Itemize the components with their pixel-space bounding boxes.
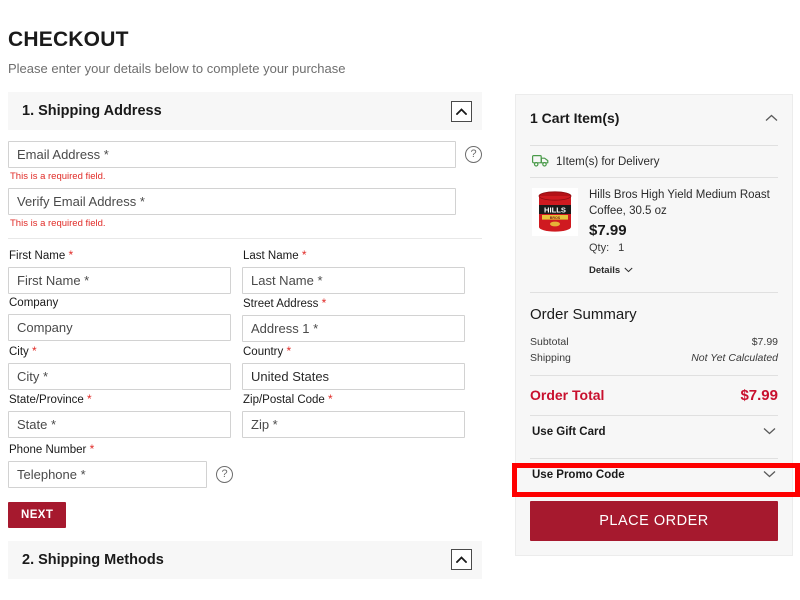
qty-label: Qty: <box>589 242 610 255</box>
field-company: Company <box>8 296 231 342</box>
field-phone: Phone Number * ? <box>8 442 482 488</box>
field-first-name: First Name * <box>8 248 231 295</box>
use-gift-card-row[interactable]: Use Gift Card <box>530 415 778 447</box>
question-mark-icon[interactable]: ? <box>465 146 482 164</box>
product-qty: Qty: 1 <box>589 242 778 254</box>
company-input[interactable] <box>8 313 231 341</box>
field-email: ? This is a required field. <box>8 141 482 182</box>
field-last-name: Last Name * <box>242 248 465 295</box>
required-marker: * <box>87 391 92 406</box>
required-marker: * <box>89 441 95 456</box>
chevron-up-icon[interactable] <box>451 100 472 122</box>
required-marker: * <box>32 343 37 358</box>
state-input[interactable] <box>8 410 231 438</box>
delivery-truck-icon <box>532 154 549 170</box>
question-mark-icon[interactable]: ? <box>216 465 233 483</box>
use-promo-code-row[interactable]: Use Promo Code <box>530 458 778 490</box>
required-marker: * <box>68 248 74 263</box>
use-promo-code-label: Use Promo Code <box>532 469 625 482</box>
label-zip: Zip/Postal Code * <box>243 391 333 406</box>
chevron-up-icon[interactable] <box>765 109 778 127</box>
required-marker: * <box>328 391 333 406</box>
chevron-up-icon[interactable] <box>451 549 472 571</box>
qty-value: 1 <box>618 242 625 255</box>
cart-header[interactable]: 1 Cart Item(s) <box>530 95 778 127</box>
label-company: Company <box>9 297 59 310</box>
product-price: $7.99 <box>589 222 627 240</box>
page-subtitle: Please enter your details below to compl… <box>8 61 346 77</box>
order-total-value: $7.99 <box>740 387 778 405</box>
form-row-company-street: Company Street Address * <box>8 296 482 344</box>
svg-text:BROS: BROS <box>550 216 561 220</box>
section-title-shipping-address: 1. Shipping Address <box>22 103 162 120</box>
email-error: This is a required field. <box>10 171 106 183</box>
label-phone: Phone Number * <box>9 441 95 456</box>
required-marker: * <box>301 248 307 263</box>
subtotal-value: $7.99 <box>751 336 778 349</box>
label-last-name: Last Name * <box>243 248 307 263</box>
order-total-row: Order Total $7.99 <box>530 375 778 404</box>
field-zip: Zip/Postal Code * <box>242 392 465 438</box>
cart-product-row: HILLS BROS Hills Bros High Yield Medium … <box>530 177 778 290</box>
street-address-input[interactable] <box>242 314 465 342</box>
last-name-input[interactable] <box>242 267 465 295</box>
form-row-state-zip: State/Province * Zip/Postal Code * <box>8 392 482 440</box>
label-country: Country * <box>243 343 292 358</box>
form-divider <box>8 238 482 240</box>
required-marker: * <box>286 343 292 358</box>
country-input[interactable] <box>242 362 465 390</box>
use-gift-card-label: Use Gift Card <box>532 426 606 439</box>
section-title-shipping-methods: 2. Shipping Methods <box>22 551 164 568</box>
product-image: HILLS BROS <box>532 188 578 236</box>
product-info: Hills Bros High Yield Medium Roast Coffe… <box>589 188 778 278</box>
field-city: City * <box>8 344 231 390</box>
checkout-left-column: CHECKOUT Please enter your details below… <box>8 28 482 590</box>
verify-email-input[interactable] <box>8 188 456 216</box>
chevron-down-icon <box>763 469 776 481</box>
label-city: City * <box>9 343 37 358</box>
shipping-label: Shipping <box>530 352 571 365</box>
form-row-names: First Name * Last Name * <box>8 248 482 296</box>
field-street-address: Street Address * <box>242 296 465 342</box>
next-button[interactable]: NEXT <box>8 501 67 528</box>
required-marker: * <box>321 296 327 311</box>
cart-summary-panel: 1 Cart Item(s) 1Item(s) for Delivery HIL… <box>515 94 793 557</box>
order-summary-title: Order Summary <box>530 292 778 323</box>
field-country: Country * <box>242 344 465 390</box>
label-street-address: Street Address * <box>243 296 327 311</box>
section-header-shipping-methods[interactable]: 2. Shipping Methods <box>8 540 482 579</box>
svg-text:HILLS: HILLS <box>544 205 566 214</box>
first-name-input[interactable] <box>8 267 231 295</box>
summary-line-shipping: Shipping Not Yet Calculated <box>530 350 778 366</box>
order-total-label: Order Total <box>530 387 605 404</box>
verify-email-error: This is a required field. <box>10 218 106 230</box>
cart-item-count: 1 Cart Item(s) <box>530 110 620 126</box>
page-title: CHECKOUT <box>8 28 129 51</box>
details-label: Details <box>589 265 621 277</box>
city-input[interactable] <box>8 362 231 390</box>
chevron-down-icon <box>763 426 776 438</box>
chevron-down-icon <box>624 265 633 276</box>
form-row-city-country: City * Country * <box>8 344 482 392</box>
section-header-shipping-address[interactable]: 1. Shipping Address <box>8 92 482 131</box>
product-details-toggle[interactable]: Details <box>589 265 633 276</box>
subtotal-label: Subtotal <box>530 336 569 349</box>
delivery-line: 1Item(s) for Delivery <box>530 145 778 177</box>
email-input[interactable] <box>8 141 456 169</box>
label-state: State/Province * <box>9 391 92 406</box>
shipping-value: Not Yet Calculated <box>691 352 778 365</box>
checkout-page: CHECKOUT Please enter your details below… <box>0 0 800 600</box>
summary-line-subtotal: Subtotal $7.99 <box>530 334 778 350</box>
label-first-name: First Name * <box>9 248 74 263</box>
delivery-line-label: 1Item(s) for Delivery <box>556 156 660 168</box>
place-order-button[interactable]: PLACE ORDER <box>530 501 778 542</box>
field-verify-email: This is a required field. <box>8 188 482 229</box>
phone-input[interactable] <box>8 460 207 488</box>
zip-input[interactable] <box>242 410 465 438</box>
product-name: Hills Bros High Yield Medium Roast Coffe… <box>589 189 770 217</box>
field-state: State/Province * <box>8 392 231 438</box>
